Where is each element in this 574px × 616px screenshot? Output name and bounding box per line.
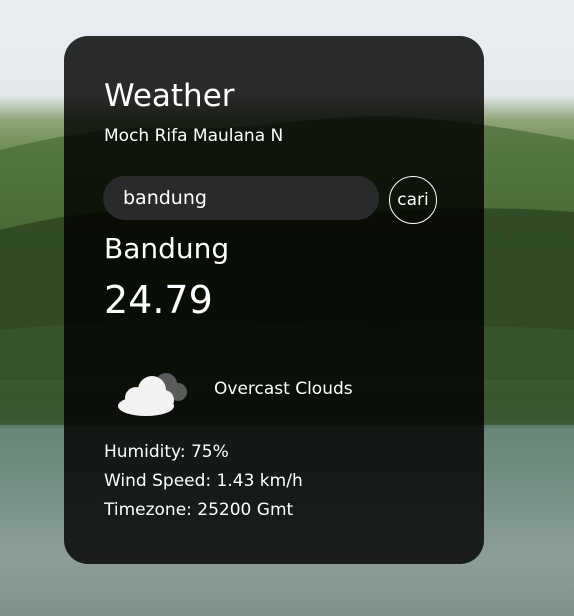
temperature: 24.79 (104, 278, 213, 322)
app-title: Weather (104, 78, 235, 114)
search-input[interactable] (103, 176, 379, 220)
author-name: Moch Rifa Maulana N (104, 126, 284, 146)
overcast-clouds-icon (118, 373, 187, 416)
wind-speed-text: Wind Speed: 1.43 km/h (104, 471, 303, 491)
timezone-text: Timezone: 25200 Gmt (104, 500, 294, 520)
weather-card: Weather Moch Rifa Maulana N cari Bandung… (64, 36, 484, 564)
search-button[interactable]: cari (389, 176, 437, 224)
city-name: Bandung (104, 232, 230, 265)
weather-description: Overcast Clouds (214, 379, 353, 399)
humidity-text: Humidity: 75% (104, 442, 229, 462)
